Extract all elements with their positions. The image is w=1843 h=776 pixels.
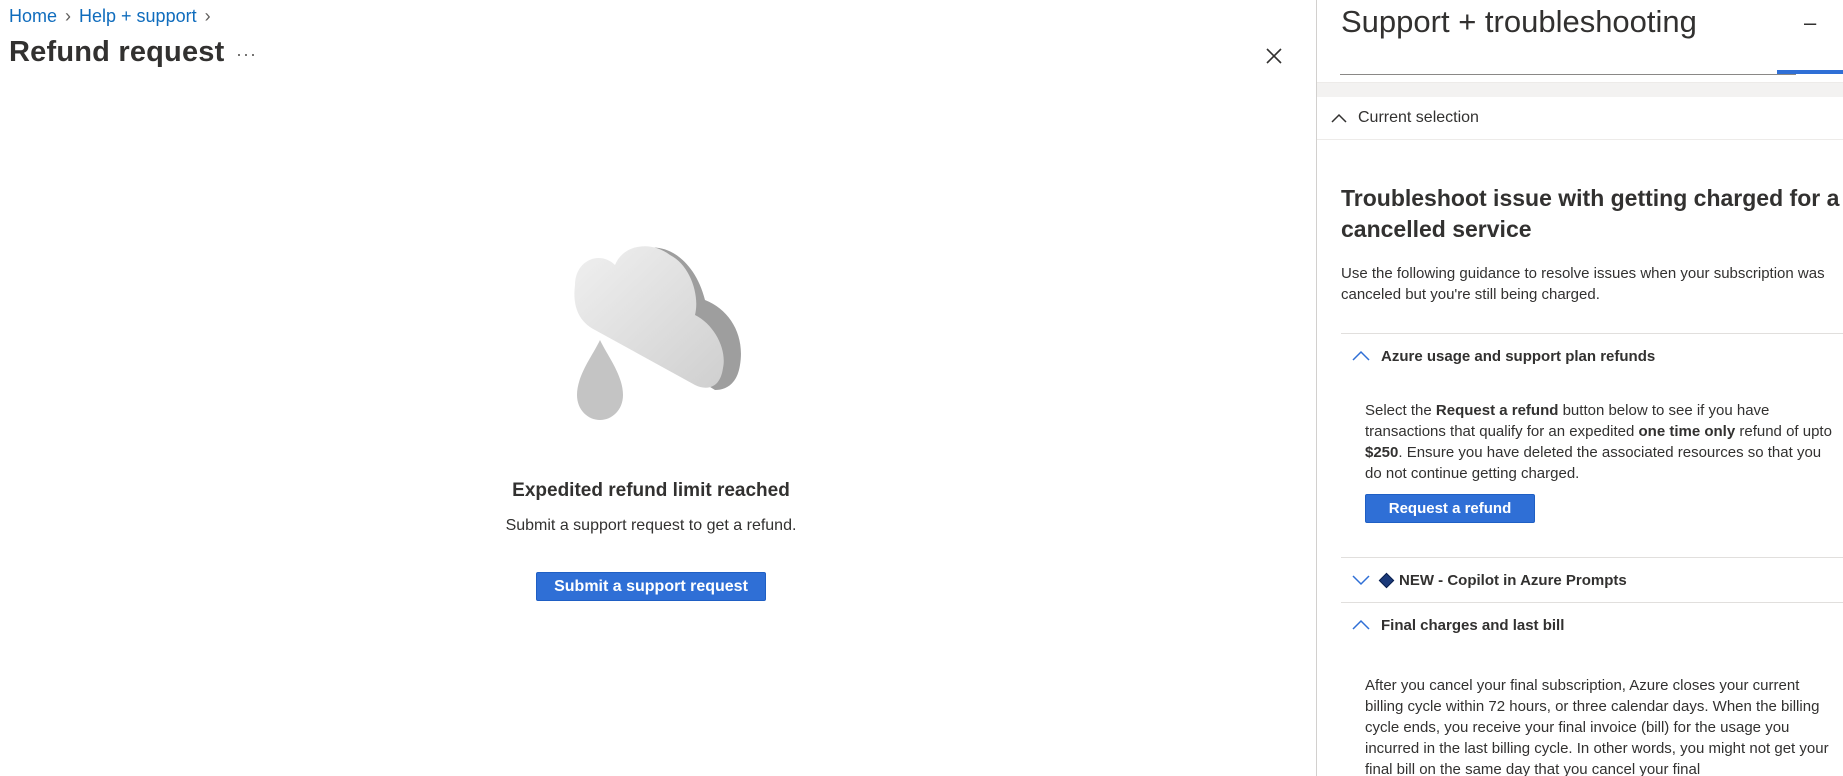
accordion-header-refunds[interactable]: Azure usage and support plan refunds (1341, 333, 1843, 378)
panel-title: Support + troubleshooting (1341, 4, 1697, 39)
chevron-right-icon: › (204, 6, 211, 26)
chevron-up-icon (1352, 619, 1370, 630)
accordion-refunds: Azure usage and support plan refunds Sel… (1341, 333, 1843, 523)
accordion-label: Final charges and last bill (1381, 616, 1565, 634)
troubleshoot-intro: Use the following guidance to resolve is… (1341, 265, 1825, 303)
accordion-body-refunds: Select the Request a refund button below… (1341, 378, 1835, 523)
accordion-final-charges: Final charges and last bill After you ca… (1341, 602, 1843, 776)
diamond-icon (1378, 572, 1395, 588)
submit-support-request-button[interactable]: Submit a support request (536, 572, 766, 601)
search-input[interactable] (1340, 40, 1796, 75)
accordion-body-final-charges: After you cancel your final subscription… (1365, 677, 1829, 776)
empty-state-title: Expedited refund limit reached (512, 480, 790, 501)
minimize-button[interactable]: – (1804, 10, 1816, 36)
breadcrumb: Home › Help + support › (9, 6, 219, 27)
search-button[interactable] (1777, 70, 1843, 74)
more-icon[interactable]: ··· (236, 44, 257, 65)
breadcrumb-home[interactable]: Home (9, 6, 57, 27)
panel-separator (1317, 82, 1843, 97)
chevron-down-icon (1352, 575, 1370, 586)
refund-text-3: refund of upto (1735, 423, 1832, 440)
troubleshoot-title: Troubleshoot issue with getting charged … (1341, 185, 1840, 242)
refund-text-bold-2: one time only (1638, 423, 1736, 440)
page-title: Refund request (9, 36, 225, 68)
current-selection-label: Current selection (1358, 108, 1479, 126)
refund-text-1: Select the (1365, 402, 1436, 419)
close-icon[interactable] (1262, 44, 1286, 68)
troubleshoot-content: Troubleshoot issue with getting charged … (1341, 183, 1841, 305)
accordion-label: NEW - Copilot in Azure Prompts (1399, 571, 1627, 589)
refund-text-bold-1: Request a refund (1435, 402, 1559, 419)
current-selection-toggle[interactable]: Current selection (1317, 96, 1843, 140)
chevron-up-icon (1352, 350, 1370, 361)
refund-text-bold-3: $250 (1365, 444, 1399, 461)
chevron-up-icon (1331, 113, 1347, 123)
accordion-header-final-charges[interactable]: Final charges and last bill (1341, 602, 1843, 647)
request-refund-button[interactable]: Request a refund (1365, 494, 1535, 523)
accordion-label: Azure usage and support plan refunds (1381, 347, 1656, 365)
refund-text-4: . Ensure you have deleted the associated… (1365, 444, 1822, 482)
accordion-copilot: NEW - Copilot in Azure Prompts (1341, 557, 1843, 602)
breadcrumb-help-support[interactable]: Help + support (79, 6, 197, 27)
empty-state-subtitle: Submit a support request to get a refund… (505, 517, 797, 534)
cloud-drop-icon (574, 246, 741, 420)
refund-request-blade: Home › Help + support › Refund request ·… (0, 0, 1316, 776)
chevron-right-icon: › (65, 6, 72, 26)
accordion-header-copilot[interactable]: NEW - Copilot in Azure Prompts (1341, 557, 1843, 602)
support-troubleshooting-panel: Support + troubleshooting – Current sele… (1317, 0, 1843, 776)
